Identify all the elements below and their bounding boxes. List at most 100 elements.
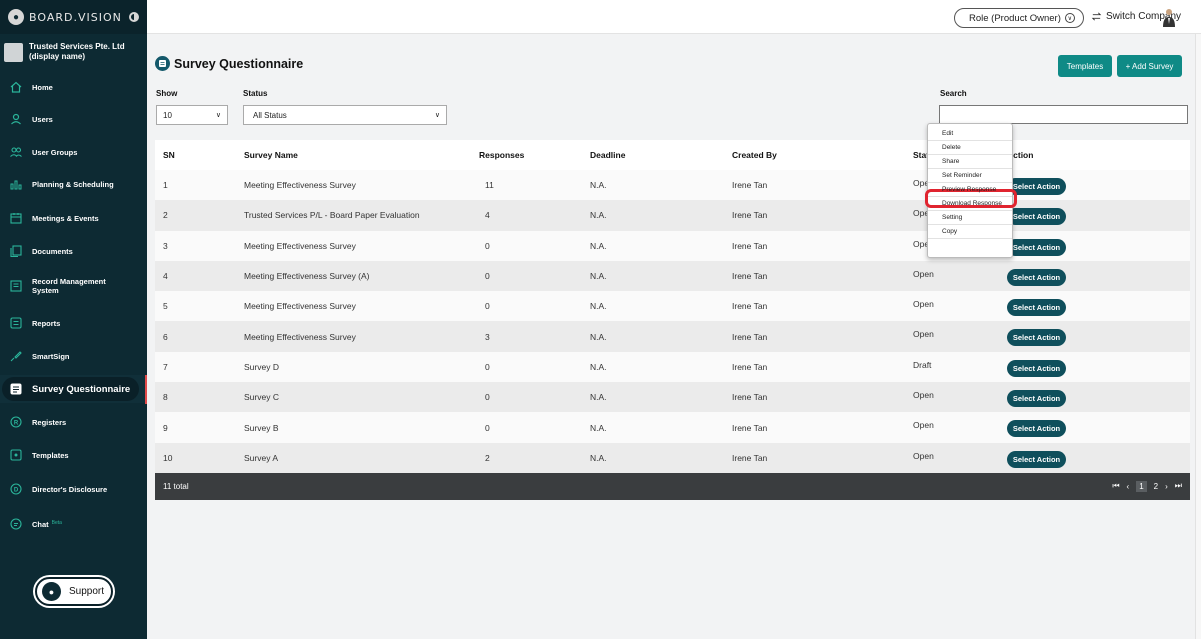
chevron-down-icon: ∨ [434,112,440,119]
planning-icon [10,180,22,190]
cell-responses: 11 [485,180,494,191]
support-button[interactable]: ● Support [35,577,113,606]
show-entries-select[interactable]: 10 ∨ [156,105,228,125]
select-action-button[interactable]: Select Action [1007,450,1066,468]
sidebar-item-reports[interactable]: Reports [0,309,147,337]
select-action-button[interactable]: Select Action [1007,299,1066,317]
sidebar-item-label: Record Management [32,277,106,286]
sidebar: ● BOARD.VISION Trusted Services Pte. Ltd… [0,0,147,639]
sidebar-item-user-groups[interactable]: User Groups [0,138,147,166]
sidebar-item-label: Reports [32,318,61,328]
cell-responses: 2 [485,452,490,463]
svg-text:D: D [14,488,19,494]
svg-text:R: R [14,421,19,427]
table-row: 1 Meeting Effectiveness Survey 11 N.A. Irene… [155,170,1190,201]
brand-logo-icon[interactable]: ● [8,9,24,25]
cell-sn: 2 [163,210,168,221]
cell-survey-name: Trusted Services P/L - Board Paper Evalu… [244,210,420,221]
select-action-button[interactable]: Select Action [1007,359,1066,377]
column-header-sn[interactable]: SN [155,150,244,160]
search-input[interactable] [939,105,1188,124]
cell-created-by: Irene Tan [732,271,768,282]
sidebar-item-record-management[interactable]: Record Management System [0,272,147,300]
status-filter-select[interactable]: All Status ∨ [243,105,447,125]
cell-survey-name: Survey B [244,422,279,433]
select-action-button[interactable]: Select Action [1007,178,1066,195]
sidebar-item-survey-questionnaire[interactable]: Survey Questionnaire [0,375,147,403]
sidebar-item-directors-disclosure[interactable]: D Director's Disclosure [0,475,147,503]
signature-icon [10,351,22,362]
table-row: 9 Survey B 0 N.A. Irene Tan Open Select Action [155,412,1190,443]
cell-created-by: Irene Tan [732,240,768,251]
column-header-survey-name[interactable]: Survey Name [244,150,479,160]
table-row: 3 Meeting Effectiveness Survey 0 N.A. Irene … [155,230,1190,261]
sidebar-item-meetings[interactable]: Meetings & Events [0,204,147,232]
sidebar-item-smartsign[interactable]: SmartSign [0,342,147,370]
menu-item-setting[interactable]: Setting [928,211,1012,225]
page-title: Survey Questionnaire [155,56,303,71]
page-number[interactable]: 1 [1136,480,1147,492]
user-avatar[interactable] [1162,7,1176,27]
column-header-created-by[interactable]: Created By [732,150,913,160]
last-page-icon[interactable]: ⏭ [1175,481,1182,491]
cell-deadline: N.A. [590,361,607,372]
menu-item-preview-response[interactable]: Preview Response [928,183,1012,197]
cell-sn: 5 [163,301,168,312]
cell-responses: 0 [485,271,490,282]
sidebar-item-users[interactable]: Users [0,105,147,133]
sidebar-item-label: Director's Disclosure [32,484,108,494]
menu-item-share[interactable]: Share [928,155,1012,169]
sidebar-item-registers[interactable]: R Registers [0,408,147,436]
select-action-button[interactable]: Select Action [1007,420,1066,438]
sidebar-item-templates[interactable]: Templates [0,441,147,469]
cell-sn: 6 [163,331,168,342]
sidebar-item-label: Planning & Scheduling [32,179,114,189]
scrollbar-track[interactable] [1195,34,1201,639]
cell-survey-name: Survey A [244,452,279,463]
select-action-button[interactable]: Select Action [1007,208,1066,226]
select-action-button[interactable]: Select Action [1007,238,1066,256]
beta-badge: Beta [51,519,62,526]
sidebar-item-home[interactable]: Home [0,73,147,101]
first-page-icon[interactable]: ⏮ [1112,481,1119,491]
page-number[interactable]: 2 [1154,482,1158,491]
sidebar-toggle-icon[interactable] [129,12,139,22]
column-header-responses[interactable]: Responses [479,150,590,160]
select-action-button[interactable]: Select Action [1007,329,1066,347]
cell-status: Open [913,299,934,310]
organization-name: Trusted Services Pte. Ltd [29,42,125,51]
next-page-icon[interactable]: › [1165,482,1168,491]
menu-item-set-reminder[interactable]: Set Reminder [928,169,1012,183]
role-dropdown[interactable]: Role (Product Owner) ∨ [954,8,1084,28]
menu-item-copy[interactable]: Copy [928,225,1012,239]
table-row: 10 Survey A 2 N.A. Irene Tan Open Select Actio… [155,442,1190,473]
cell-responses: 0 [485,361,490,372]
survey-table: SN Survey Name Responses Deadline Create… [155,140,1190,500]
sidebar-item-chat[interactable]: Chat Beta [0,510,147,538]
support-chat-icon: ● [42,582,61,601]
select-action-button[interactable]: Select Action [1007,268,1066,286]
organization-switcher[interactable]: Trusted Services Pte. Ltd (display name) [0,34,147,70]
cell-responses: 0 [485,240,490,251]
menu-item-edit[interactable]: Edit [928,127,1012,141]
menu-item-download-response[interactable]: Download Response [928,197,1012,211]
reports-icon [10,317,22,329]
column-header-deadline[interactable]: Deadline [590,150,732,160]
cell-responses: 0 [485,392,490,403]
sidebar-item-documents[interactable]: Documents [0,237,147,265]
cell-sn: 10 [163,452,173,463]
previous-page-icon[interactable]: ‹ [1127,482,1130,491]
templates-button[interactable]: Templates [1058,55,1112,77]
cell-sn: 4 [163,271,168,282]
switch-icon [1091,12,1102,21]
sidebar-item-planning[interactable]: Planning & Scheduling [0,170,147,198]
menu-item-delete[interactable]: Delete [928,141,1012,155]
cell-created-by: Irene Tan [732,301,768,312]
cell-status: Draft [913,359,932,370]
add-survey-button[interactable]: + Add Survey [1117,55,1182,77]
survey-icon [10,383,22,395]
table-row: 8 Survey C 0 N.A. Irene Tan Open Select Action [155,382,1190,413]
home-icon [10,81,22,93]
cell-survey-name: Survey C [244,392,279,403]
select-action-button[interactable]: Select Action [1007,390,1066,408]
